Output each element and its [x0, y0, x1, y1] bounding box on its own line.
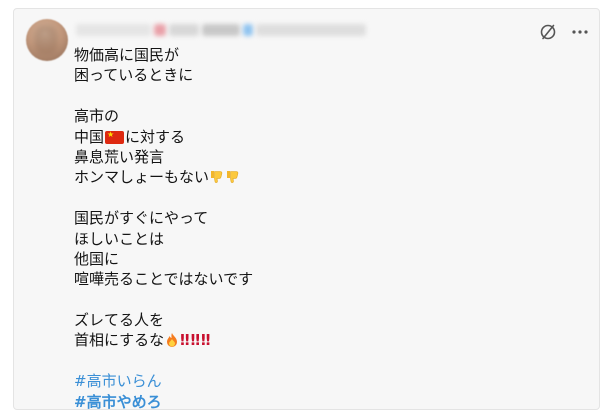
avatar[interactable] [26, 19, 68, 61]
post-line: ほしいことは [74, 229, 165, 248]
post-line: 物価高に国民が [74, 46, 180, 64]
post-card: 物価高に国民が 困っているときに 高市の 中国 に対する 鼻息荒い発言 ホンマしょ… [13, 8, 600, 412]
double-exclamation-icon: ‼ [200, 331, 211, 350]
author-name-blurred-part [202, 24, 240, 36]
line-break [74, 86, 253, 106]
thumbs-down-icon [211, 171, 223, 184]
post-line: 高市の [74, 107, 120, 126]
post-line: ズレてる人を [74, 311, 165, 330]
post-line: 首相にするな ‼ ‼ ‼ [74, 330, 253, 350]
post-line-text: ホンマしょーもない [74, 168, 210, 187]
post-header-blurred [76, 19, 369, 41]
post-line: 困っているときに [74, 66, 194, 85]
post-line-text: 首相にするな [74, 331, 165, 350]
verified-badge-blurred [243, 24, 253, 36]
more-dots-icon[interactable] [571, 23, 589, 41]
post-text: 物価高に国民が 困っているときに 高市の 中国 に対する 鼻息荒い発言 ホンマしょ… [74, 45, 253, 412]
line-break [74, 188, 253, 208]
author-name-blurred-part [169, 24, 199, 36]
double-exclamation-icon: ‼ [190, 331, 201, 350]
hashtag-link[interactable]: #高市いらん [74, 371, 253, 391]
china-flag-icon [105, 128, 125, 144]
fire-icon [167, 333, 178, 348]
line-break [74, 290, 253, 310]
author-name-blurred-part [154, 24, 166, 36]
post-actions [539, 23, 589, 41]
post-line: ホンマしょーもない [74, 167, 253, 187]
post-line: 喧嘩売ることではないです [74, 270, 254, 289]
post-line-text: 中国 [74, 127, 105, 146]
post-line-text: に対する [125, 127, 186, 146]
thumbs-down-icon [227, 171, 239, 184]
author-name-blurred[interactable] [76, 24, 151, 36]
double-exclamation-icon: ‼ [180, 331, 190, 350]
post-line: 国民がすぐにやって [74, 209, 209, 228]
post-line: 鼻息荒い発言 [74, 147, 165, 166]
slash-circle-icon[interactable] [539, 23, 557, 41]
hashtag-link[interactable]: #高市やめろ [74, 392, 253, 412]
post-line: 他国に [74, 249, 120, 268]
post-line: 中国 に対する [74, 127, 253, 147]
line-break [74, 351, 253, 371]
author-handle-blurred [256, 24, 366, 36]
